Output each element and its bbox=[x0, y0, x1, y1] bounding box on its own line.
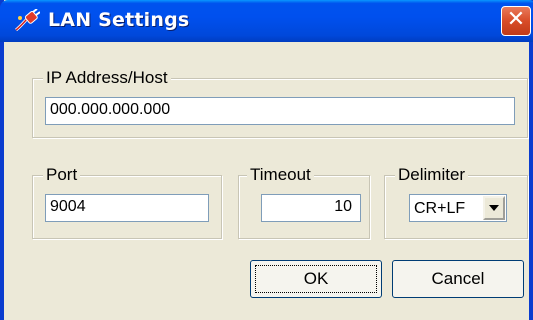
delimiter-select[interactable]: CR+LF bbox=[409, 194, 507, 222]
cable-plug-icon bbox=[15, 9, 40, 32]
cancel-button[interactable]: Cancel bbox=[392, 260, 524, 298]
ok-button[interactable]: OK bbox=[250, 260, 382, 298]
window-title: LAN Settings bbox=[48, 9, 190, 31]
title-bar[interactable]: LAN Settings ✕ bbox=[0, 0, 533, 42]
lan-settings-dialog: LAN Settings ✕ IP Address/Host 000.000.0… bbox=[0, 0, 533, 320]
cancel-button-label: Cancel bbox=[431, 269, 485, 288]
ip-address-input[interactable]: 000.000.000.000 bbox=[45, 97, 515, 125]
focus-rectangle bbox=[255, 265, 377, 293]
dropdown-arrow-icon[interactable] bbox=[483, 196, 505, 220]
close-button[interactable]: ✕ bbox=[501, 6, 531, 36]
delimiter-group: Delimiter CR+LF bbox=[384, 165, 528, 239]
timeout-label: Timeout bbox=[247, 165, 314, 185]
ip-address-label: IP Address/Host bbox=[43, 68, 171, 88]
delimiter-selected-value: CR+LF bbox=[414, 200, 466, 217]
port-label: Port bbox=[43, 165, 81, 185]
port-input[interactable]: 9004 bbox=[45, 194, 209, 222]
timeout-input[interactable]: 10 bbox=[261, 194, 361, 222]
ip-address-group: IP Address/Host 000.000.000.000 bbox=[32, 68, 528, 138]
delimiter-label: Delimiter bbox=[395, 165, 469, 185]
timeout-group: Timeout 10 bbox=[238, 165, 370, 239]
port-group: Port 9004 bbox=[32, 165, 222, 239]
